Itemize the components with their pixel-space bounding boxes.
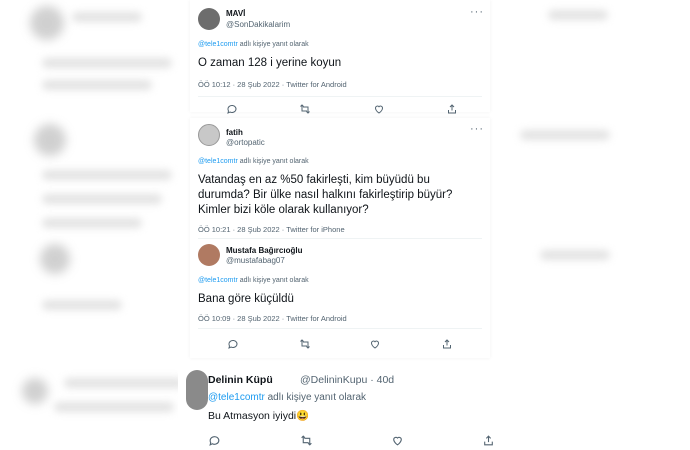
tweet-author-name[interactable]: fatih (226, 128, 243, 137)
retweet-icon[interactable] (299, 338, 311, 350)
tweet-text-line: durumda? Bir ülke nasıl halkını fakirleş… (198, 189, 453, 201)
mention-link[interactable]: @tele1comtr (198, 41, 238, 48)
reply-context: @tele1comtr adlı kişiye yanıt olarak (198, 41, 309, 48)
tweet-thread-card: fatih @ortopatic ··· @tele1comtr adlı ki… (190, 118, 490, 358)
more-options-icon[interactable]: ··· (470, 6, 484, 18)
blurred-text (540, 250, 610, 260)
blurred-text (54, 402, 174, 412)
share-icon[interactable] (482, 434, 495, 447)
tweet-text: O zaman 128 i yerine koyun (198, 57, 342, 69)
divider (198, 328, 482, 329)
blurred-avatar (30, 6, 64, 40)
avatar[interactable] (198, 124, 220, 146)
mention-link[interactable]: @tele1comtr (198, 277, 238, 284)
tweet-timestamp[interactable]: ÖÖ 10:09 · 28 Şub 2022 · Twitter for And… (198, 314, 347, 323)
blurred-text (42, 80, 152, 90)
blurred-text (72, 12, 142, 22)
tweet-text: Bana göre küçüldü (198, 293, 294, 305)
divider (198, 238, 482, 239)
tweet-timestamp[interactable]: ÖÖ 10:12 · 28 Şub 2022 · Twitter for And… (198, 80, 347, 89)
reply-context-text: adlı kişiye yanıt olarak (239, 277, 309, 284)
blurred-text (42, 218, 142, 228)
blurred-text (42, 300, 122, 310)
reply-context: @tele1comtr adlı kişiye yanıt olarak (198, 158, 309, 165)
blurred-text (548, 10, 608, 20)
reply-context: @tele1comtr adlı kişiye yanıt olarak (208, 392, 366, 403)
avatar[interactable] (186, 370, 208, 410)
tweet-author-name[interactable]: Mustafa Bağırcıoğlu (226, 246, 302, 255)
reply-context: @tele1comtr adlı kişiye yanıt olarak (198, 277, 309, 284)
like-icon[interactable] (391, 434, 404, 447)
tweet-text-line: Vatandaş en az %50 fakirleşti, kim büyüd… (198, 174, 430, 186)
blurred-avatar (34, 124, 66, 156)
reply-icon[interactable] (226, 103, 238, 115)
tweet-author-name[interactable]: Delinin Küpü (208, 374, 273, 386)
reply-context-text: adlı kişiye yanıt olarak (239, 158, 309, 165)
blurred-text (42, 170, 172, 180)
tweet-author-handle[interactable]: @ortopatic (226, 138, 265, 147)
avatar[interactable] (198, 8, 220, 30)
avatar[interactable] (198, 244, 220, 266)
tweet-author-handle[interactable]: @SonDakikalarim (226, 20, 290, 29)
blurred-text (64, 378, 184, 388)
retweet-icon[interactable] (299, 103, 311, 115)
tweet-text: Bu Atmasyon iyiydi😃 (208, 410, 310, 422)
like-icon[interactable] (373, 103, 385, 115)
reply-icon[interactable] (227, 338, 239, 350)
blurred-avatar (22, 378, 48, 404)
share-icon[interactable] (446, 103, 458, 115)
reply-icon[interactable] (208, 434, 221, 447)
divider (198, 96, 482, 97)
retweet-icon[interactable] (300, 434, 313, 447)
tweet-card[interactable]: MAVİ @SonDakikalarim ··· @tele1comtr adl… (190, 0, 490, 115)
mention-link[interactable]: @tele1comtr (198, 158, 238, 165)
reply-context-text: adlı kişiye yanıt olarak (267, 392, 367, 403)
blurred-text (520, 130, 610, 140)
share-icon[interactable] (441, 338, 453, 350)
tweet-text-line: Kimler bizi köle olarak kullanıyor? (198, 204, 369, 216)
like-icon[interactable] (369, 338, 381, 350)
reply-context-text: adlı kişiye yanıt olarak (239, 41, 309, 48)
blurred-text (42, 58, 172, 68)
tweet-timestamp[interactable]: ÖÖ 10:21 · 28 Şub 2022 · Twitter for iPh… (198, 225, 345, 234)
tweet-author-handle[interactable]: @DelininKupu · 40d (300, 374, 394, 386)
tweet-card[interactable]: Delinin Küpü @DelininKupu · 40d @tele1co… (178, 364, 518, 450)
more-options-icon[interactable]: ··· (470, 123, 484, 135)
tweet-author-handle[interactable]: @mustafabag07 (226, 256, 285, 265)
mention-link[interactable]: @tele1comtr (208, 392, 265, 403)
tweet-author-name[interactable]: MAVİ (226, 9, 245, 18)
blurred-text (42, 194, 162, 204)
blurred-avatar (40, 244, 70, 274)
